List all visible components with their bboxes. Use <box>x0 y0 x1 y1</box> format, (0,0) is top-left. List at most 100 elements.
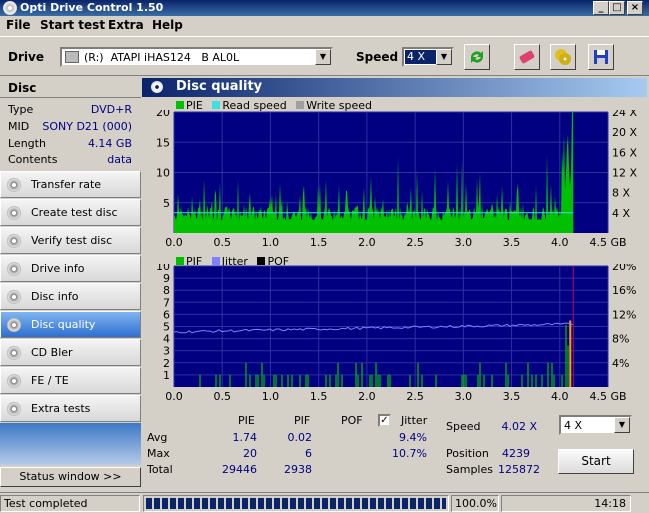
minimize-button[interactable]: _ <box>593 1 609 15</box>
nav-verify-test-disc[interactable]: Verify test disc <box>0 227 141 254</box>
y-tick-label: 3 <box>163 345 170 358</box>
status-window-button[interactable]: Status window >> <box>0 467 141 487</box>
save-button[interactable] <box>588 44 614 70</box>
nav-disc-quality[interactable]: Disc quality <box>0 311 141 338</box>
nav-fe-te[interactable]: FE / TE <box>0 367 141 394</box>
x-tick-label: 0.0 <box>165 236 183 249</box>
progress-text: 100.0% <box>451 495 499 512</box>
legend-swatch-pie <box>176 101 184 109</box>
nav-label: Disc quality <box>31 318 96 331</box>
y-right-tick-label: 8% <box>612 333 629 346</box>
chevron-down-icon[interactable]: ▼ <box>436 49 452 65</box>
info-value: 4.14 GB <box>87 137 132 150</box>
disc-info-type: Type DVD+R <box>8 103 136 116</box>
menu-help[interactable]: Help <box>152 18 183 32</box>
nav-drive-info[interactable]: Drive info <box>0 255 141 282</box>
test-speed-select[interactable]: 4 X ▼ <box>559 415 632 435</box>
panel-title: Disc quality <box>176 79 263 94</box>
nav-extra-tests[interactable]: Extra tests <box>0 395 141 422</box>
info-key: MID <box>8 120 30 133</box>
status-bar: Test completed 100.0% 14:18 <box>0 492 649 513</box>
time-text: 14:18 <box>501 495 631 512</box>
stat-max-jitter: 10.7% <box>392 447 427 460</box>
copy-disc-button[interactable] <box>550 44 576 70</box>
speed-select[interactable]: 4 X ▼ <box>402 47 454 67</box>
y-tick-label: 5 <box>163 197 170 210</box>
maximize-button[interactable]: □ <box>609 1 625 15</box>
samples-value: 125872 <box>498 463 540 476</box>
close-button[interactable]: × <box>627 1 643 15</box>
position-label: Position <box>446 447 489 460</box>
nav-create-test-disc[interactable]: Create test disc <box>0 199 141 226</box>
drive-label: Drive <box>8 50 44 64</box>
nav-label: Verify test disc <box>31 234 113 247</box>
start-button[interactable]: Start <box>558 449 634 474</box>
refresh-button[interactable] <box>464 44 490 70</box>
x-tick-label: 3.0 <box>455 236 473 249</box>
disc-icon <box>7 374 21 388</box>
stat-header-pie: PIE <box>238 414 255 427</box>
x-tick-label: 2.5 <box>406 236 424 249</box>
y-tick-label: 10 <box>156 264 170 273</box>
nav-cd-bler[interactable]: CD Bler <box>0 339 141 366</box>
legend-swatch-read <box>212 101 221 109</box>
menu-file[interactable]: File <box>6 18 31 32</box>
stat-avg-pif: 0.02 <box>287 431 313 444</box>
speed-stat-label: Speed <box>446 420 481 433</box>
info-key: Length <box>8 137 46 150</box>
chevron-down-icon[interactable]: ▼ <box>614 417 630 433</box>
y-tick-label: 7 <box>163 296 170 309</box>
stat-label-avg: Avg <box>147 431 168 444</box>
nav-disc-info[interactable]: Disc info <box>0 283 141 310</box>
pif-chart: 0.0 0.5 1.0 1.5 2.0 2.5 3.0 3.5 4.0 4.5 GB 1234567… <box>156 264 636 403</box>
progress-fill <box>146 498 446 509</box>
stat-total-pif: 2938 <box>284 463 312 476</box>
chevron-down-icon[interactable]: ▼ <box>315 49 331 65</box>
y-tick-label: 1 <box>163 369 170 382</box>
speed-value: 4 X <box>405 50 437 64</box>
drive-select[interactable]: (R:) ATAPI iHAS124 B AL0L ▼ <box>60 47 333 67</box>
stat-header-pif: PIF <box>294 414 311 427</box>
disc-icon <box>7 318 21 332</box>
eraser-icon <box>519 50 535 64</box>
pie-baseline <box>174 219 574 233</box>
nav-transfer-rate[interactable]: Transfer rate <box>0 171 141 198</box>
menu-extra[interactable]: Extra <box>108 18 144 32</box>
menu-start-test[interactable]: Start test <box>40 18 105 32</box>
stat-header-pof: POF <box>341 414 363 427</box>
stat-avg-jitter: 9.4% <box>399 431 427 444</box>
y-tick-label: 20 <box>156 110 170 119</box>
disc-icon <box>7 234 21 248</box>
x-tick-label: 1.0 <box>262 236 280 249</box>
y-tick-label: 15 <box>156 136 170 149</box>
stat-total-pie: 29446 <box>222 463 257 476</box>
disc-header: Disc <box>0 78 141 98</box>
drive-value: (R:) ATAPI iHAS124 B AL0L <box>84 51 240 64</box>
disc-icon <box>7 206 21 220</box>
disc-icon <box>151 81 163 93</box>
x-tick-label: 1.5 <box>310 236 328 249</box>
y-tick-label: 5 <box>163 321 170 334</box>
legend-swatch-write <box>296 101 305 109</box>
nav-label: Create test disc <box>31 206 118 219</box>
x-tick-label: 0.5 <box>213 390 231 403</box>
speed-stat-value: 4.02 X <box>501 420 537 433</box>
erase-button[interactable] <box>514 44 540 70</box>
drive-icon <box>65 51 79 63</box>
disc-icon <box>7 262 21 276</box>
pie-chart: 0.0 0.5 1.0 1.5 2.0 2.5 3.0 3.5 4.0 4.5 GB 5 10 15 20… <box>156 110 637 249</box>
x-tick-label: 0.5 <box>213 236 231 249</box>
y-right-tick-label: 12 X <box>612 167 637 180</box>
x-tick-label: 3.5 <box>503 236 521 249</box>
y-tick-label: 6 <box>163 308 170 321</box>
jitter-checkbox[interactable]: ✓ <box>378 414 391 427</box>
nav-label: Transfer rate <box>31 178 102 191</box>
left-panel-fill <box>0 423 141 465</box>
stat-max-pie: 20 <box>243 447 257 460</box>
title-bar: Opti Drive Control 1.50 _ □ × <box>0 0 649 16</box>
refresh-icon <box>471 51 483 63</box>
y-right-tick-label: 20% <box>612 264 636 273</box>
y-right-tick-label: 20 X <box>612 126 637 139</box>
window-title: Opti Drive Control 1.50 <box>20 1 164 14</box>
stat-label-total: Total <box>147 463 173 476</box>
